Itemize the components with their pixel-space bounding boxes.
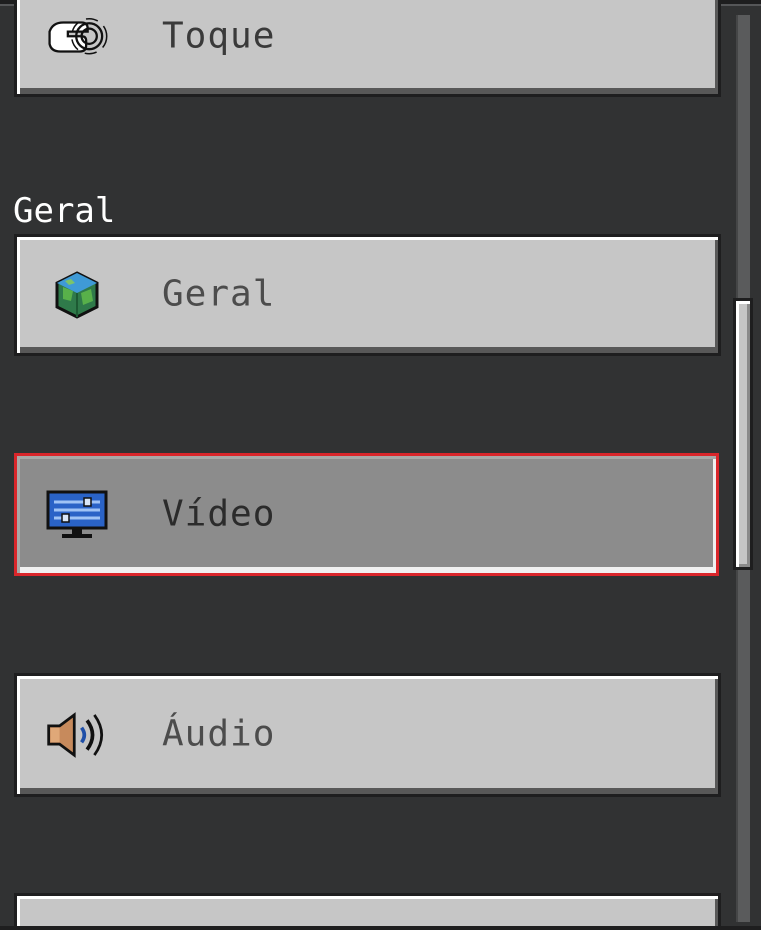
section-title-general: Geral — [13, 191, 116, 231]
audio-button[interactable]: Áudio — [14, 673, 721, 797]
video-button-label: Vídeo — [162, 493, 276, 535]
video-button[interactable]: Vídeo — [14, 453, 719, 576]
scrollbar-thumb[interactable] — [733, 298, 753, 570]
touch-button-label: Toque — [162, 15, 276, 57]
audio-button-label: Áudio — [162, 713, 276, 755]
monitor-sliders-icon — [45, 487, 109, 543]
speaker-icon — [45, 707, 109, 763]
general-button-label: Geral — [162, 273, 276, 315]
touch-button[interactable]: Toque — [14, 0, 721, 97]
touch-icon — [45, 9, 109, 65]
settings-menu-screen: Toque Geral Geral Vídeo Áudio — [0, 0, 761, 930]
general-button[interactable]: Geral — [14, 234, 721, 356]
bottom-edge — [0, 926, 761, 930]
globe-cube-icon — [45, 267, 109, 323]
next-menu-button[interactable] — [14, 893, 721, 930]
